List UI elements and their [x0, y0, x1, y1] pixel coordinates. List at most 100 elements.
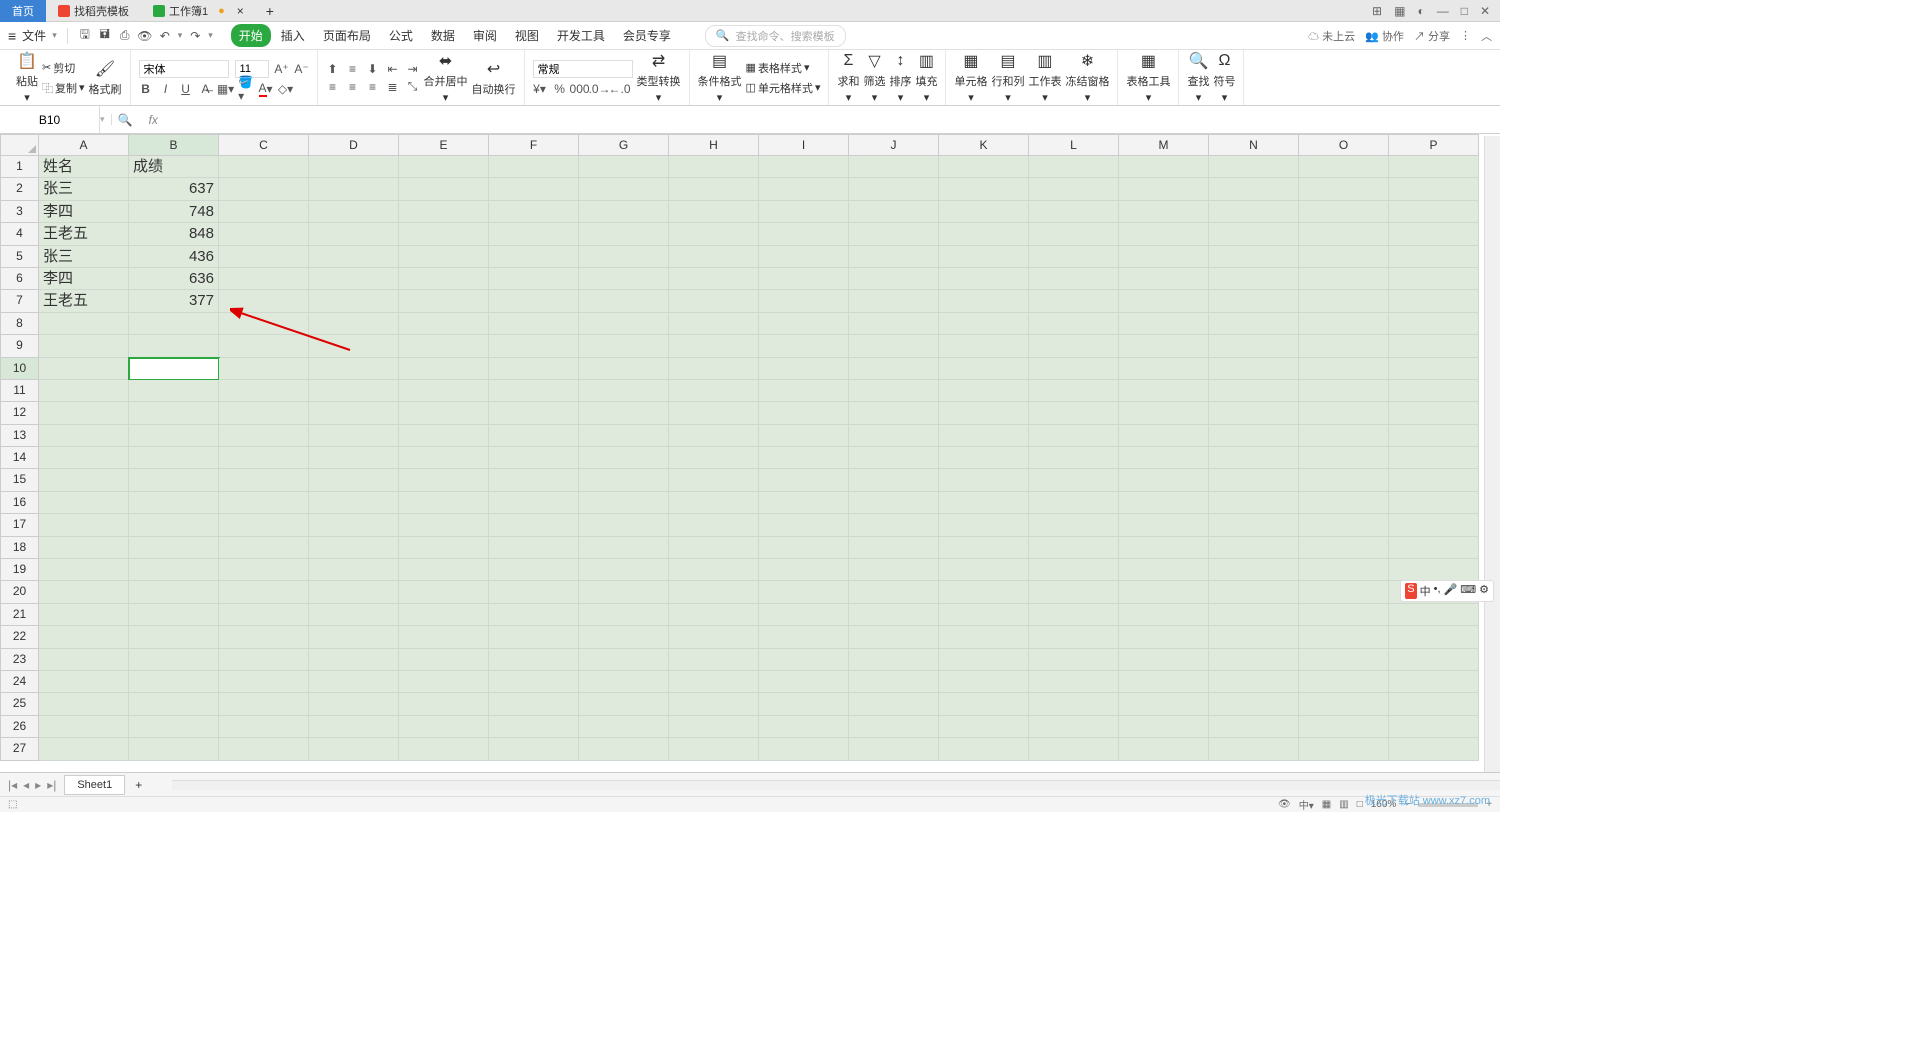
print-icon[interactable]: ⎙	[118, 29, 132, 43]
cell-C1[interactable]	[219, 156, 309, 178]
cell-A1[interactable]: 姓名	[39, 156, 129, 178]
row-header-13[interactable]: 13	[0, 425, 39, 447]
cell-P16[interactable]	[1389, 492, 1479, 514]
row-header-27[interactable]: 27	[0, 738, 39, 760]
cell-H10[interactable]	[669, 358, 759, 380]
cell-L22[interactable]	[1029, 626, 1119, 648]
cell-C6[interactable]	[219, 268, 309, 290]
cell-E9[interactable]	[399, 335, 489, 357]
cell-M19[interactable]	[1119, 559, 1209, 581]
cell-M21[interactable]	[1119, 604, 1209, 626]
cell-E21[interactable]	[399, 604, 489, 626]
cell-G27[interactable]	[579, 738, 669, 760]
cell-I2[interactable]	[759, 178, 849, 200]
cell-L17[interactable]	[1029, 514, 1119, 536]
bold-icon[interactable]: B	[139, 82, 153, 96]
cell-O12[interactable]	[1299, 402, 1389, 424]
cell-A25[interactable]	[39, 693, 129, 715]
cell-M9[interactable]	[1119, 335, 1209, 357]
cell-B19[interactable]	[129, 559, 219, 581]
cell-F15[interactable]	[489, 469, 579, 491]
cell-N20[interactable]	[1209, 581, 1299, 603]
cell-O15[interactable]	[1299, 469, 1389, 491]
cell-H1[interactable]	[669, 156, 759, 178]
cell-B20[interactable]	[129, 581, 219, 603]
cell-J27[interactable]	[849, 738, 939, 760]
cell-D18[interactable]	[309, 537, 399, 559]
cell-D25[interactable]	[309, 693, 399, 715]
cell-L16[interactable]	[1029, 492, 1119, 514]
cell-N9[interactable]	[1209, 335, 1299, 357]
undo-icon[interactable]: ↶	[158, 29, 172, 43]
cell-H21[interactable]	[669, 604, 759, 626]
cell-I17[interactable]	[759, 514, 849, 536]
cell-F27[interactable]	[489, 738, 579, 760]
row-header-3[interactable]: 3	[0, 201, 39, 223]
type-convert-button[interactable]: ⇄类型转换▾	[637, 51, 681, 104]
cell-M3[interactable]	[1119, 201, 1209, 223]
orientation-icon[interactable]: ⤡	[406, 80, 420, 94]
align-center-icon[interactable]: ≡	[346, 80, 360, 94]
cell-K27[interactable]	[939, 738, 1029, 760]
add-sheet-button[interactable]: +	[125, 778, 152, 792]
filter-button[interactable]: ▽筛选▾	[863, 51, 885, 104]
cell-E19[interactable]	[399, 559, 489, 581]
cell-E1[interactable]	[399, 156, 489, 178]
cell-C3[interactable]	[219, 201, 309, 223]
cell-O21[interactable]	[1299, 604, 1389, 626]
cell-P10[interactable]	[1389, 358, 1479, 380]
row-header-21[interactable]: 21	[0, 604, 39, 626]
cell-J12[interactable]	[849, 402, 939, 424]
cell-D8[interactable]	[309, 313, 399, 335]
cell-E23[interactable]	[399, 649, 489, 671]
cell-B27[interactable]	[129, 738, 219, 760]
indent-dec-icon[interactable]: ⇤	[386, 62, 400, 76]
cell-H23[interactable]	[669, 649, 759, 671]
cell-C2[interactable]	[219, 178, 309, 200]
ribbon-tab-review[interactable]: 审阅	[465, 24, 505, 47]
cell-L26[interactable]	[1029, 716, 1119, 738]
window-layout-icon[interactable]: ⊞	[1372, 4, 1382, 18]
print-preview-icon[interactable]: 👁	[138, 29, 152, 43]
cell-C10[interactable]	[219, 358, 309, 380]
cell-O8[interactable]	[1299, 313, 1389, 335]
cell-E8[interactable]	[399, 313, 489, 335]
sort-button[interactable]: ↕排序▾	[889, 51, 911, 104]
freeze-button[interactable]: ❄冻结窗格▾	[1065, 51, 1109, 104]
cell-A3[interactable]: 李四	[39, 201, 129, 223]
cell-D15[interactable]	[309, 469, 399, 491]
fx-icon[interactable]: fx	[148, 113, 157, 127]
cell-A16[interactable]	[39, 492, 129, 514]
cell-D10[interactable]	[309, 358, 399, 380]
cell-B7[interactable]: 377	[129, 290, 219, 312]
cell-O23[interactable]	[1299, 649, 1389, 671]
cell-K9[interactable]	[939, 335, 1029, 357]
cell-O3[interactable]	[1299, 201, 1389, 223]
cell-A22[interactable]	[39, 626, 129, 648]
justify-icon[interactable]: ≣	[386, 80, 400, 94]
cell-L19[interactable]	[1029, 559, 1119, 581]
cell-G22[interactable]	[579, 626, 669, 648]
cell-I14[interactable]	[759, 447, 849, 469]
cell-B3[interactable]: 748	[129, 201, 219, 223]
cell-K25[interactable]	[939, 693, 1029, 715]
cell-B8[interactable]	[129, 313, 219, 335]
cell-J1[interactable]	[849, 156, 939, 178]
user-icon[interactable]: ◐	[1417, 4, 1424, 18]
cell-E26[interactable]	[399, 716, 489, 738]
cell-D19[interactable]	[309, 559, 399, 581]
cell-P6[interactable]	[1389, 268, 1479, 290]
cell-F20[interactable]	[489, 581, 579, 603]
row-header-22[interactable]: 22	[0, 626, 39, 648]
cell-H12[interactable]	[669, 402, 759, 424]
cell-J8[interactable]	[849, 313, 939, 335]
cell-C20[interactable]	[219, 581, 309, 603]
cell-M17[interactable]	[1119, 514, 1209, 536]
cell-K1[interactable]	[939, 156, 1029, 178]
cut-button[interactable]: ✂剪切	[42, 60, 85, 76]
col-header-M[interactable]: M	[1119, 134, 1209, 156]
cell-B13[interactable]	[129, 425, 219, 447]
row-header-26[interactable]: 26	[0, 716, 39, 738]
cell-F16[interactable]	[489, 492, 579, 514]
cell-H4[interactable]	[669, 223, 759, 245]
